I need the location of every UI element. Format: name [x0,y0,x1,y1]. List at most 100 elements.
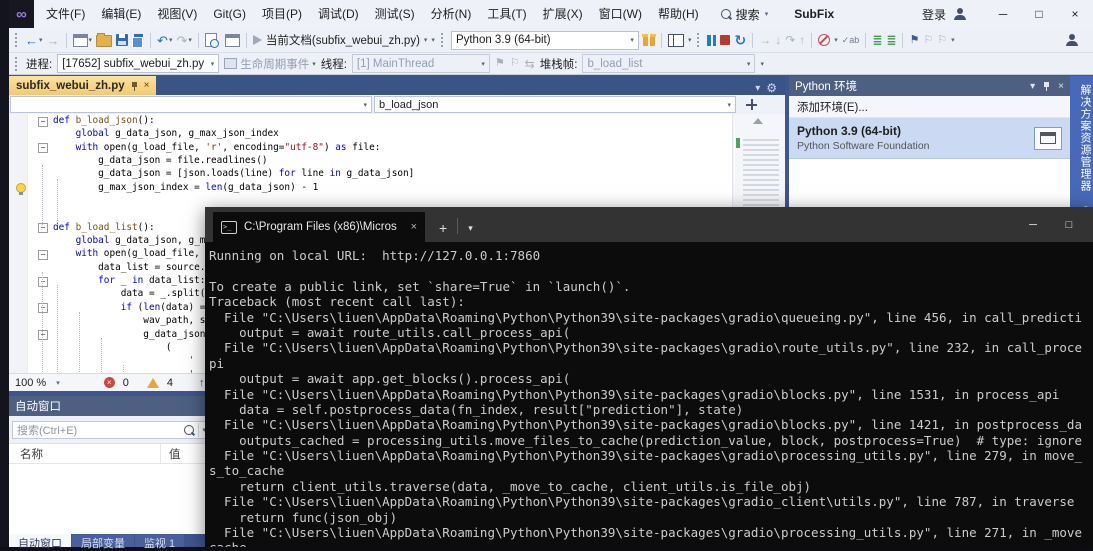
zoom-selector[interactable]: 100 %▾ [15,377,60,389]
overflow-icon[interactable]: ▾ [760,60,764,68]
close-icon[interactable]: × [1058,81,1064,92]
pin-icon[interactable] [131,81,138,91]
menu-item[interactable]: 项目(P) [254,0,310,28]
document-tab[interactable]: subfix_webui_zh.py × [9,76,156,95]
menu-item[interactable]: Git(G) [205,0,254,28]
fold-collapse-icon[interactable]: − [38,223,48,233]
menu-item[interactable]: 测试(S) [367,0,423,28]
account-icon[interactable] [954,8,967,20]
add-environment-link[interactable]: 添加环境(E)... [789,96,1070,118]
window-layout-icon[interactable] [668,34,684,47]
menu-item[interactable]: 视图(V) [149,0,205,28]
show-next-statement-icon[interactable]: → [759,34,771,46]
process-combo[interactable]: [17652] subfix_webui_zh.py▾ [57,54,219,73]
tool-window-tab[interactable]: 局部变量 [72,534,134,547]
pyenv-titlebar[interactable]: Python 环境 ▾ × [789,76,1070,96]
new-file-button[interactable]: ▾ [73,34,93,47]
restart-debug-icon[interactable]: ↻ [734,33,746,47]
member-dropdown[interactable]: b_load_json▾ [374,96,736,113]
overflow-icon[interactable]: ▾ [688,36,692,44]
menu-item[interactable]: 帮助(H) [650,0,707,28]
run-target-label[interactable]: 当前文档(subfix_webui_zh.py) [266,32,420,48]
terminal-maximize-button[interactable]: □ [1051,207,1087,242]
call-stack-icon[interactable]: ≣ [872,34,882,46]
pause-debug-icon[interactable] [707,35,716,46]
new-tab-icon[interactable]: + [439,220,447,242]
stack-frame-combo[interactable]: b_load_list▾ [582,54,755,73]
column-name[interactable]: 名称 [9,444,161,463]
sign-in-button[interactable]: 登录 [922,6,946,23]
menu-item[interactable]: 扩展(X) [535,0,591,28]
find-in-files-icon[interactable] [205,33,217,47]
menu-item[interactable]: 调试(D) [310,0,367,28]
lifecycle-events-button[interactable]: 生命周期事件 ▾ [224,56,316,72]
column-value[interactable]: 值 [161,446,181,462]
step-into-icon[interactable]: ↓ [775,34,781,46]
sync-explorer-icon[interactable] [225,34,240,47]
spell-check-icon[interactable]: ✓ab [842,35,860,46]
minimize-button[interactable]: ─ [985,0,1021,28]
toolbar-grip[interactable] [15,33,19,47]
open-folder-icon[interactable] [96,35,112,47]
error-count[interactable]: 0 [123,377,129,389]
maximize-button[interactable]: □ [1021,0,1057,28]
feedback-icon[interactable] [1066,34,1079,46]
menu-item[interactable]: 文件(F) [38,0,93,28]
overflow-icon[interactable]: ▾ [834,36,838,44]
scroll-up-icon[interactable] [753,118,763,124]
fold-collapse-icon[interactable]: − [38,143,48,153]
tab-list-chevron-icon[interactable]: ▾ [755,83,760,94]
menu-item[interactable]: 工具(T) [479,0,534,28]
split-window-icon[interactable] [746,99,757,110]
toggle-icon[interactable]: ⇆ [525,58,535,70]
navigate-back-button[interactable]: ←▾ [25,34,43,47]
flag-current-thread-icon[interactable]: ⚑ [495,58,505,69]
step-out-icon[interactable]: ↑ [799,34,805,46]
save-all-icon[interactable] [132,34,144,46]
environment-list-item[interactable]: Python 3.9 (64-bit) Python Software Foun… [789,118,1070,159]
fold-collapse-icon[interactable]: − [38,330,48,340]
lightbulb-icon[interactable] [16,183,26,193]
error-icon[interactable]: × [104,377,115,388]
terminal-output[interactable]: Running on local URL: http://127.0.0.1:7… [205,242,1093,547]
save-icon[interactable] [116,34,128,46]
fold-collapse-icon[interactable]: − [38,303,48,313]
tool-window-tab[interactable]: 监视 1 [135,534,184,547]
fold-collapse-icon[interactable]: − [38,277,48,287]
tool-window-tab[interactable]: 自动窗口 [9,534,71,547]
toolbar-grip[interactable] [441,33,445,47]
autos-search-input[interactable]: 搜索(Ctrl+E) ▾ [12,421,210,439]
close-tab-icon[interactable]: × [144,80,150,91]
prev-issue-icon[interactable]: ↑ [199,377,205,389]
pin-icon[interactable] [1043,82,1050,91]
next-bookmark-icon[interactable]: ⚐ [937,35,947,46]
terminal-minimize-button[interactable]: ─ [1015,207,1051,242]
close-tab-icon[interactable]: × [411,221,417,233]
bookmark-icon[interactable]: ⚑ [909,35,919,46]
fold-collapse-icon[interactable]: − [38,117,48,127]
python-environment-combo[interactable]: Python 3.9 (64-bit)▾ [451,31,639,50]
undo-button[interactable]: ↶▾ [157,34,172,47]
chevron-down-icon[interactable]: ▾ [1030,81,1035,92]
terminal-tab[interactable]: >_ C:\Program Files (x86)\Micros × [213,212,425,242]
warning-icon[interactable] [147,378,159,388]
warning-count[interactable]: 4 [167,377,173,389]
redo-button[interactable]: ↷▾ [176,34,191,47]
fold-collapse-icon[interactable]: − [38,250,48,260]
navigate-forward-button[interactable]: → [47,34,60,47]
overflow-icon[interactable]: ▾ [951,36,955,44]
gear-icon[interactable]: ⚙ [766,81,777,95]
skip-breakpoints-icon[interactable] [818,34,830,46]
start-debug-icon[interactable] [253,35,262,45]
prev-bookmark-icon[interactable]: ⚐ [923,35,933,46]
menu-item[interactable]: 编辑(E) [93,0,149,28]
menu-item[interactable]: 窗口(W) [591,0,650,28]
search-box[interactable]: 搜索 ▾ [721,6,769,23]
chevron-down-icon[interactable]: ▾ [468,223,473,242]
overflow-icon[interactable]: ▾ [431,36,435,44]
type-dropdown[interactable]: ▾ [10,96,372,113]
toolbar-grip[interactable] [15,57,19,71]
step-over-icon[interactable]: ↷ [785,34,795,46]
stack-frame-icon[interactable]: ≣ [886,34,896,46]
thread-combo[interactable]: [1] MainThread▾ [352,54,490,73]
